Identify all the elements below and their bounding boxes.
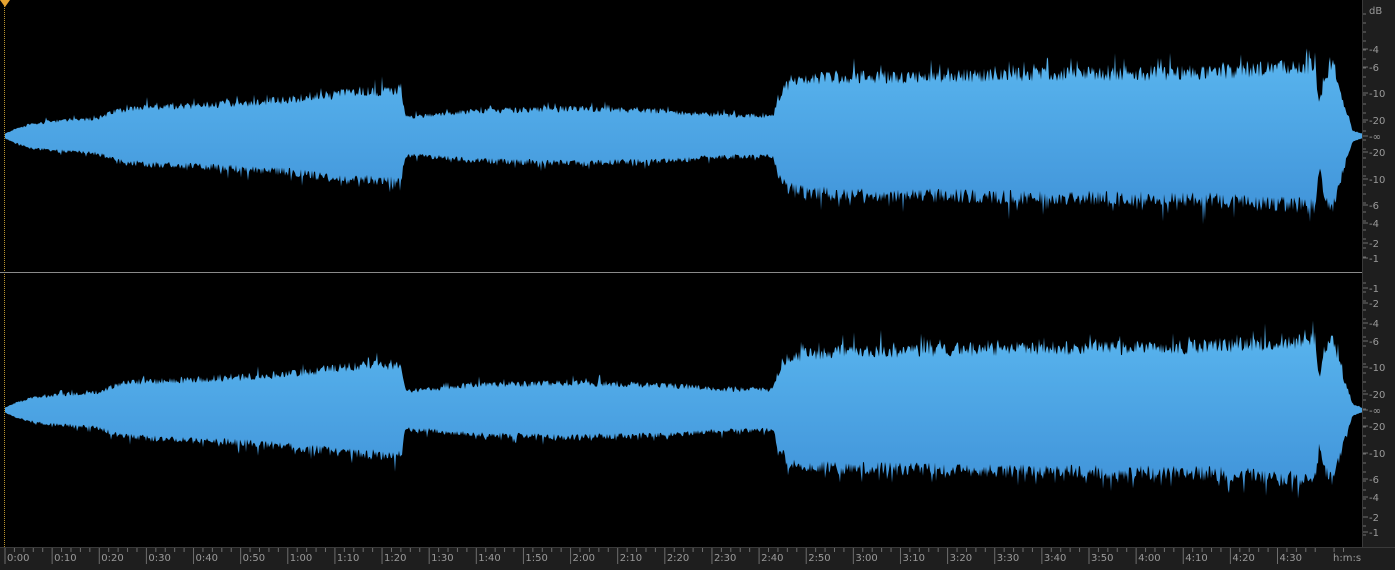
time-tick-label: 1:30: [431, 553, 453, 564]
time-tick-label: 0:20: [101, 553, 123, 564]
db-tick-label: -∞: [1369, 406, 1381, 417]
waveform-channel-right[interactable]: [5, 320, 1362, 499]
db-scale-ticks: -4 -6 -10 -20 -∞ -20 -10 -6 -4 -2 -1 -1 -2 -4 -6 -10 -20…: [1363, 13, 1385, 539]
waveform-canvas[interactable]: [5, 0, 1362, 547]
time-ruler[interactable]: 0:00 0:10 0:20 0:30 0:40 0:50 1:00 1:10 1:20 1:30…: [0, 547, 1395, 570]
time-tick-label: 4:20: [1232, 553, 1254, 564]
db-tick-label: -∞: [1369, 132, 1381, 143]
time-tick-label: 1:00: [290, 553, 312, 564]
time-tick-label: 1:10: [337, 553, 359, 564]
time-tick-label: 4:00: [1138, 553, 1160, 564]
time-tick-label: 4:10: [1185, 553, 1207, 564]
waveform-display[interactable]: [5, 0, 1362, 547]
selection-start-line: [4, 0, 6, 547]
time-tick-label: 2:40: [761, 553, 783, 564]
playhead-triangle-icon[interactable]: [0, 0, 10, 7]
db-tick-label: -1: [1369, 528, 1379, 539]
db-tick-label: -1: [1369, 254, 1379, 265]
time-unit-label: h:m:s: [1333, 553, 1361, 564]
db-tick-label: -6: [1369, 63, 1379, 74]
db-tick-label: -20: [1369, 422, 1385, 433]
db-tick-label: -20: [1369, 390, 1385, 401]
time-tick-label: 1:50: [525, 553, 547, 564]
db-tick-label: -6: [1369, 475, 1379, 486]
time-tick-label: 0:40: [196, 553, 218, 564]
time-tick-label: 3:40: [1044, 553, 1066, 564]
db-tick-label: -6: [1369, 337, 1379, 348]
time-tick-label: 2:50: [808, 553, 830, 564]
time-tick-label: 3:20: [950, 553, 972, 564]
time-tick-label: 2:00: [573, 553, 595, 564]
time-tick-label: 0:10: [54, 553, 76, 564]
db-tick-label: -10: [1369, 449, 1385, 460]
db-tick-label: -2: [1369, 239, 1379, 250]
time-scale-ticks: 0:00 0:10 0:20 0:30 0:40 0:50 1:00 1:10 1:20 1:30…: [4, 548, 1344, 564]
time-tick-label: 1:20: [384, 553, 406, 564]
time-tick-label: 3:00: [855, 553, 877, 564]
db-unit-label: dB: [1369, 6, 1382, 17]
db-tick-label: -20: [1369, 116, 1385, 127]
db-tick-label: -10: [1369, 363, 1385, 374]
db-tick-label: -6: [1369, 201, 1379, 212]
time-tick-label: 3:10: [902, 553, 924, 564]
time-tick-label: 2:30: [714, 553, 736, 564]
db-tick-label: -4: [1369, 493, 1379, 504]
db-tick-label: -2: [1369, 299, 1379, 310]
db-tick-label: -4: [1369, 219, 1379, 230]
channel-divider: [0, 272, 1395, 273]
time-tick-label: 2:20: [667, 553, 689, 564]
time-tick-label: 0:00: [7, 553, 29, 564]
db-ruler[interactable]: dB -4 -6 -10 -20 -∞ -20 -10 -6 -4 -2 -1 -1 -2 -4 -6 -10…: [1362, 0, 1395, 547]
time-tick-label: 3:50: [1091, 553, 1113, 564]
db-tick-label: -2: [1369, 513, 1379, 524]
waveform-editor[interactable]: dB -4 -6 -10 -20 -∞ -20 -10 -6 -4 -2 -1 -1 -2 -4 -6 -10…: [0, 0, 1395, 570]
db-tick-label: -1: [1369, 284, 1379, 295]
db-tick-label: -10: [1369, 175, 1385, 186]
waveform-channel-left[interactable]: [5, 48, 1362, 225]
db-tick-label: -10: [1369, 89, 1385, 100]
db-tick-label: -4: [1369, 45, 1379, 56]
time-tick-label: 2:10: [620, 553, 642, 564]
db-tick-label: -4: [1369, 319, 1379, 330]
time-tick-label: 3:30: [997, 553, 1019, 564]
time-tick-label: 0:30: [148, 553, 170, 564]
time-tick-label: 1:40: [478, 553, 500, 564]
db-tick-label: -20: [1369, 148, 1385, 159]
time-tick-label: 0:50: [243, 553, 265, 564]
time-tick-label: 4:30: [1280, 553, 1302, 564]
